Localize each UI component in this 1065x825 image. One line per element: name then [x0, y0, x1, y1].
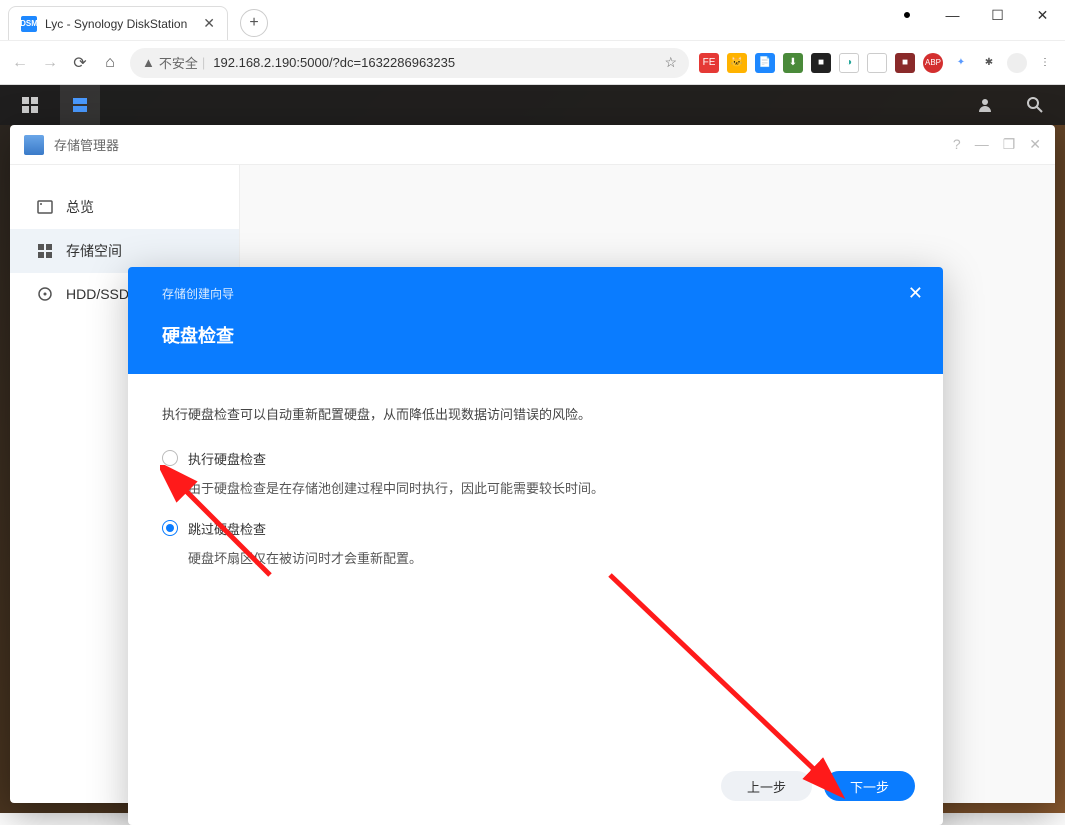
notification-dot: [902, 10, 912, 20]
extensions-menu-icon[interactable]: ✱: [979, 53, 999, 73]
dsm-desktop: 存储管理器 ? — ❐ ✕ 总览: [0, 85, 1065, 813]
forward-button[interactable]: →: [40, 53, 60, 73]
maximize-button[interactable]: ☐: [975, 0, 1020, 30]
browser-menu-icon[interactable]: ⋮: [1035, 53, 1055, 73]
search-button[interactable]: [1015, 85, 1055, 125]
ext-icon-2[interactable]: 🐱: [727, 53, 747, 73]
close-window-button[interactable]: ✕: [1020, 0, 1065, 30]
tab-close-icon[interactable]: ✕: [203, 15, 215, 32]
window-maximize-button[interactable]: ❐: [1003, 136, 1016, 153]
option-run-check-desc: 由于硬盘检查是在存储池创建过程中同时执行，因此可能需要较长时间。: [188, 478, 909, 497]
abp-icon[interactable]: ABP: [923, 53, 943, 73]
overview-icon: [36, 198, 54, 216]
ext-icon-3[interactable]: 📄: [755, 53, 775, 73]
window-minimize-button[interactable]: —: [975, 136, 989, 153]
sidebar-label: 总览: [66, 197, 94, 217]
main-menu-button[interactable]: [10, 85, 50, 125]
minimize-button[interactable]: —: [930, 0, 975, 30]
security-label: 不安全: [159, 53, 198, 72]
ext-icon-5[interactable]: ■: [811, 53, 831, 73]
ext-icon-8[interactable]: ■: [895, 53, 915, 73]
back-button[interactable]: ←: [10, 53, 30, 73]
warning-icon: ▲: [142, 55, 155, 70]
wizard-description: 执行硬盘检查可以自动重新配置硬盘，从而降低出现数据访问错误的风险。: [162, 404, 909, 423]
ext-icon-9[interactable]: ✦: [951, 53, 971, 73]
browser-tab[interactable]: DSM Lyc - Synology DiskStation ✕: [8, 6, 228, 40]
ext-icon-7[interactable]: 🖼: [867, 53, 887, 73]
wizard-title: 硬盘检查: [162, 322, 909, 348]
window-close-button[interactable]: ✕: [1029, 136, 1041, 153]
option-skip-check[interactable]: 跳过硬盘检查: [162, 519, 909, 538]
bookmark-star-icon[interactable]: ☆: [664, 54, 677, 71]
radio-icon: [162, 520, 178, 536]
new-tab-button[interactable]: +: [240, 9, 268, 37]
dsm-favicon-icon: DSM: [21, 16, 37, 32]
radio-icon: [162, 450, 178, 466]
storage-manager-taskbar-button[interactable]: [60, 85, 100, 125]
profile-avatar-icon[interactable]: [1007, 53, 1027, 73]
ext-icon-4[interactable]: ⬇: [783, 53, 803, 73]
extensions: FE 🐱 📄 ⬇ ■ ◑ 🖼 ■ ABP ✦ ✱ ⋮: [699, 53, 1055, 73]
window-title: 存储管理器: [54, 135, 119, 154]
address-bar[interactable]: ▲ 不安全 | 192.168.2.190:5000/?dc=163228696…: [130, 48, 689, 78]
sidebar-label: 存储空间: [66, 241, 122, 261]
wizard-body: 执行硬盘检查可以自动重新配置硬盘，从而降低出现数据访问错误的风险。 执行硬盘检查…: [128, 374, 943, 757]
option-label: 跳过硬盘检查: [188, 519, 266, 538]
next-button[interactable]: 下一步: [824, 771, 915, 801]
window-controls: — ☐ ✕: [902, 0, 1065, 30]
user-button[interactable]: [965, 85, 1005, 125]
security-warning[interactable]: ▲ 不安全 |: [142, 53, 205, 72]
toolbar: ← → ⟳ ⌂ ▲ 不安全 | 192.168.2.190:5000/?dc=1…: [0, 40, 1065, 84]
prev-button[interactable]: 上一步: [721, 771, 812, 801]
browser-chrome: — ☐ ✕ DSM Lyc - Synology DiskStation ✕ +…: [0, 0, 1065, 85]
window-titlebar: 存储管理器 ? — ❐ ✕: [10, 125, 1055, 165]
ext-icon-1[interactable]: FE: [699, 53, 719, 73]
option-label: 执行硬盘检查: [188, 449, 266, 468]
wizard-breadcrumb: 存储创建向导: [162, 285, 909, 302]
home-button[interactable]: ⌂: [100, 53, 120, 73]
wizard-header: 存储创建向导 ✕ 硬盘检查: [128, 267, 943, 374]
option-run-check[interactable]: 执行硬盘检查: [162, 449, 909, 468]
help-button[interactable]: ?: [953, 136, 961, 153]
disk-icon: [36, 285, 54, 303]
tab-title: Lyc - Synology DiskStation: [45, 17, 195, 31]
sidebar-label: HDD/SSD: [66, 286, 129, 302]
option-skip-check-desc: 硬盘坏扇区仅在被访问时才会重新配置。: [188, 548, 909, 567]
sidebar-item-overview[interactable]: 总览: [10, 185, 239, 229]
storage-icon: [36, 242, 54, 260]
storage-creation-wizard: 存储创建向导 ✕ 硬盘检查 执行硬盘检查可以自动重新配置硬盘，从而降低出现数据访…: [128, 267, 943, 825]
wizard-footer: 上一步 下一步: [128, 757, 943, 825]
ext-icon-6[interactable]: ◑: [839, 53, 859, 73]
storage-manager-icon: [24, 135, 44, 155]
dsm-taskbar: [0, 85, 1065, 125]
wizard-close-button[interactable]: ✕: [908, 283, 923, 304]
reload-button[interactable]: ⟳: [70, 53, 90, 73]
url-text: 192.168.2.190:5000/?dc=1632286963235: [213, 55, 656, 70]
